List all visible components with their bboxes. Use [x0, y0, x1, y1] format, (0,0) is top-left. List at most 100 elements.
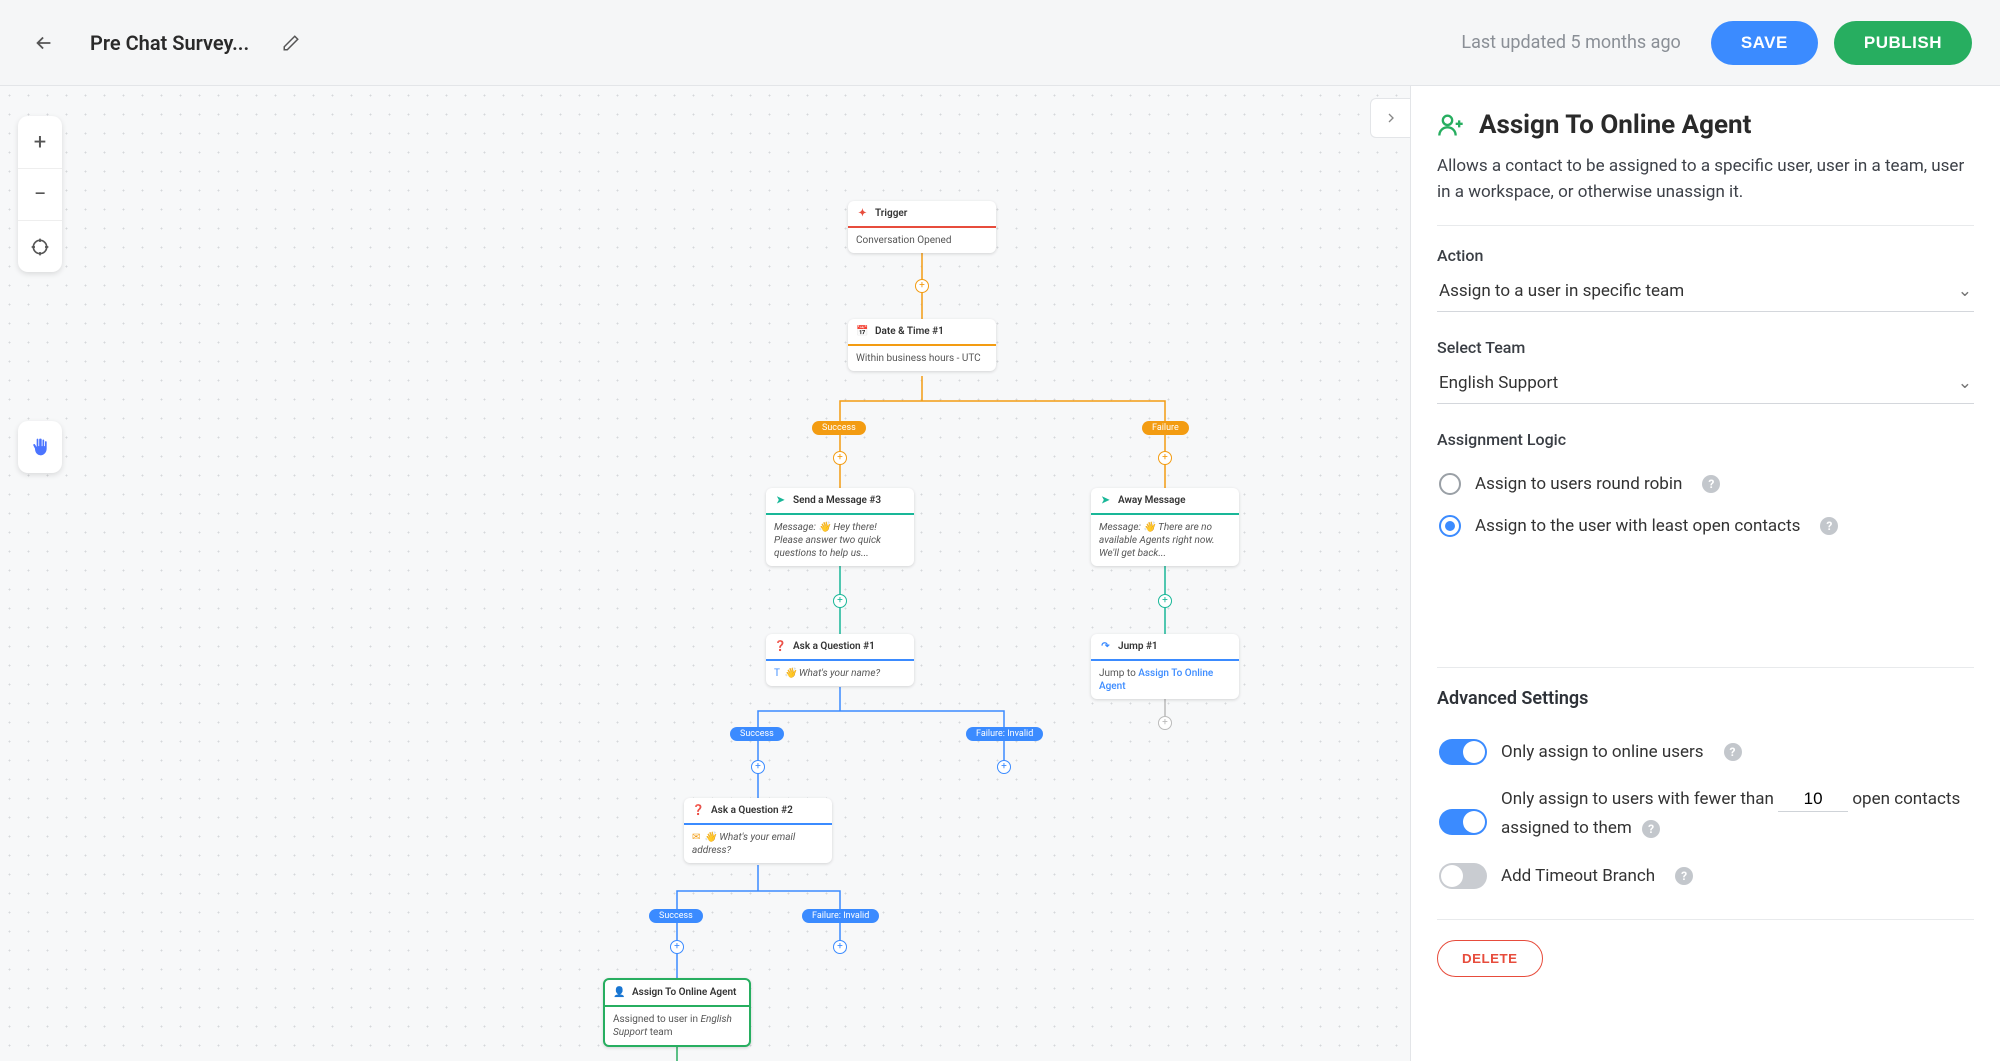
team-value: English Support	[1439, 373, 1558, 393]
hand-icon	[30, 437, 50, 457]
node-title: Send a Message #3	[793, 495, 881, 506]
add-step[interactable]: +	[670, 940, 684, 954]
flow-title: Pre Chat Survey...	[90, 31, 249, 55]
node-title: Ask a Question #1	[793, 641, 875, 652]
node-away-message[interactable]: ➤ Away Message Message: 👋 There are no av…	[1091, 488, 1239, 566]
logic-label: Assignment Logic	[1437, 430, 1974, 449]
action-select[interactable]: Assign to a user in specific team ⌄	[1437, 273, 1974, 312]
add-step[interactable]: +	[1158, 451, 1172, 465]
zoom-out-button[interactable]: −	[18, 168, 62, 220]
delete-button[interactable]: DELETE	[1437, 940, 1543, 977]
node-trigger[interactable]: ✦Trigger Conversation Opened	[848, 201, 996, 253]
add-step[interactable]: +	[1158, 594, 1172, 608]
toggle-timeout-branch[interactable]	[1439, 863, 1487, 889]
recenter-button[interactable]	[18, 220, 62, 272]
last-updated: Last updated 5 months ago	[1461, 32, 1680, 53]
crosshair-icon	[30, 237, 50, 257]
chevron-right-icon	[1383, 110, 1399, 126]
help-icon[interactable]: ?	[1675, 867, 1693, 885]
pill-failure: Failure	[1142, 421, 1189, 435]
chevron-down-icon: ⌄	[1958, 373, 1972, 393]
add-step[interactable]: +	[833, 940, 847, 954]
pan-tool[interactable]	[18, 421, 62, 473]
radio-icon	[1439, 515, 1461, 537]
jump-icon: ↷	[1099, 640, 1112, 653]
fewer-than-text: Only assign to users with fewer than ope…	[1501, 785, 1972, 843]
pill-success: Success	[730, 727, 784, 741]
action-value: Assign to a user in specific team	[1439, 281, 1684, 301]
calendar-icon: 📅	[856, 325, 869, 338]
question-icon: ❓	[692, 804, 705, 817]
back-button[interactable]	[28, 27, 60, 59]
toggle-fewer-than[interactable]	[1439, 809, 1487, 835]
team-label: Select Team	[1437, 338, 1974, 357]
chevron-down-icon: ⌄	[1958, 281, 1972, 301]
pill-success: Success	[812, 421, 866, 435]
pill-failure-invalid: Failure: Invalid	[966, 727, 1043, 741]
side-panel: Assign To Online Agent Allows a contact …	[1410, 86, 2000, 1061]
node-jump[interactable]: ↷ Jump #1 Jump to Assign To Online Agent	[1091, 634, 1239, 699]
node-title: Jump #1	[1118, 641, 1158, 652]
help-icon[interactable]: ?	[1702, 475, 1720, 493]
radio-round-robin[interactable]: Assign to users round robin ?	[1437, 463, 1974, 505]
user-plus-icon	[1437, 111, 1465, 139]
toggle-only-online[interactable]	[1439, 739, 1487, 765]
help-icon[interactable]: ?	[1820, 517, 1838, 535]
panel-title: Assign To Online Agent	[1479, 110, 1751, 140]
action-label: Action	[1437, 246, 1974, 265]
pill-success: Success	[649, 909, 703, 923]
node-send-message[interactable]: ➤ Send a Message #3 Message: 👋 Hey there!…	[766, 488, 914, 566]
add-step[interactable]: +	[915, 279, 929, 293]
help-icon[interactable]: ?	[1724, 743, 1742, 761]
help-icon[interactable]: ?	[1642, 820, 1660, 838]
edit-title-button[interactable]	[277, 29, 305, 57]
add-step[interactable]: +	[833, 451, 847, 465]
advanced-settings-title: Advanced Settings	[1437, 688, 1974, 709]
radio-label: Assign to users round robin	[1475, 474, 1682, 494]
radio-label: Assign to the user with least open conta…	[1475, 516, 1800, 536]
node-body: Message: 👋 There are no available Agents…	[1091, 515, 1239, 566]
question-icon: ❓	[774, 640, 787, 653]
node-title: Date & Time #1	[875, 326, 944, 337]
node-body: Assigned to user in English Support team	[605, 1007, 749, 1045]
send-icon: ➤	[1099, 494, 1112, 507]
node-body: Message: 👋 Hey there! Please answer two …	[766, 515, 914, 566]
add-step[interactable]: +	[997, 760, 1011, 774]
pill-failure-invalid: Failure: Invalid	[802, 909, 879, 923]
radio-least-open[interactable]: Assign to the user with least open conta…	[1437, 505, 1974, 547]
node-ask-question-1[interactable]: ❓Ask a Question #1 T👋 What's your name?	[766, 634, 914, 686]
node-body: Jump to Assign To Online Agent	[1091, 661, 1239, 699]
user-plus-icon: 👤	[613, 986, 626, 999]
save-button[interactable]: SAVE	[1711, 21, 1818, 65]
node-title: Assign To Online Agent	[632, 987, 736, 998]
toggle-label: Only assign to online users	[1501, 742, 1704, 762]
team-select[interactable]: English Support ⌄	[1437, 365, 1974, 404]
collapse-panel-button[interactable]	[1370, 98, 1410, 138]
node-subtitle: Conversation Opened	[848, 228, 996, 253]
zoom-in-button[interactable]: +	[18, 116, 62, 168]
send-icon: ➤	[774, 494, 787, 507]
divider	[1437, 225, 1974, 226]
toggle-label: Add Timeout Branch	[1501, 866, 1655, 886]
canvas[interactable]: + −	[0, 86, 1410, 1061]
node-datetime[interactable]: 📅 Date & Time #1 Within business hours - …	[848, 319, 996, 371]
zoom-controls: + −	[18, 116, 62, 272]
add-step[interactable]: +	[751, 760, 765, 774]
node-subtitle: Within business hours - UTC	[848, 346, 996, 371]
node-assign[interactable]: 👤 Assign To Online Agent Assigned to user…	[603, 978, 751, 1047]
add-step[interactable]: +	[833, 594, 847, 608]
node-title: Away Message	[1118, 495, 1186, 506]
add-step[interactable]: +	[1158, 716, 1172, 730]
arrow-left-icon	[33, 32, 55, 54]
node-title: Ask a Question #2	[711, 805, 793, 816]
header: Pre Chat Survey... Last updated 5 months…	[0, 0, 2000, 86]
node-title: Trigger	[875, 208, 907, 219]
fewer-than-input[interactable]	[1778, 787, 1848, 812]
flow-connectors	[0, 86, 1410, 1061]
node-ask-question-2[interactable]: ❓ Ask a Question #2 ✉👋 What's your email …	[684, 798, 832, 863]
node-body: ✉👋 What's your email address?	[684, 825, 832, 863]
pencil-icon	[282, 34, 300, 52]
panel-description: Allows a contact to be assigned to a spe…	[1437, 154, 1974, 205]
publish-button[interactable]: PUBLISH	[1834, 21, 1972, 65]
divider	[1437, 667, 1974, 668]
